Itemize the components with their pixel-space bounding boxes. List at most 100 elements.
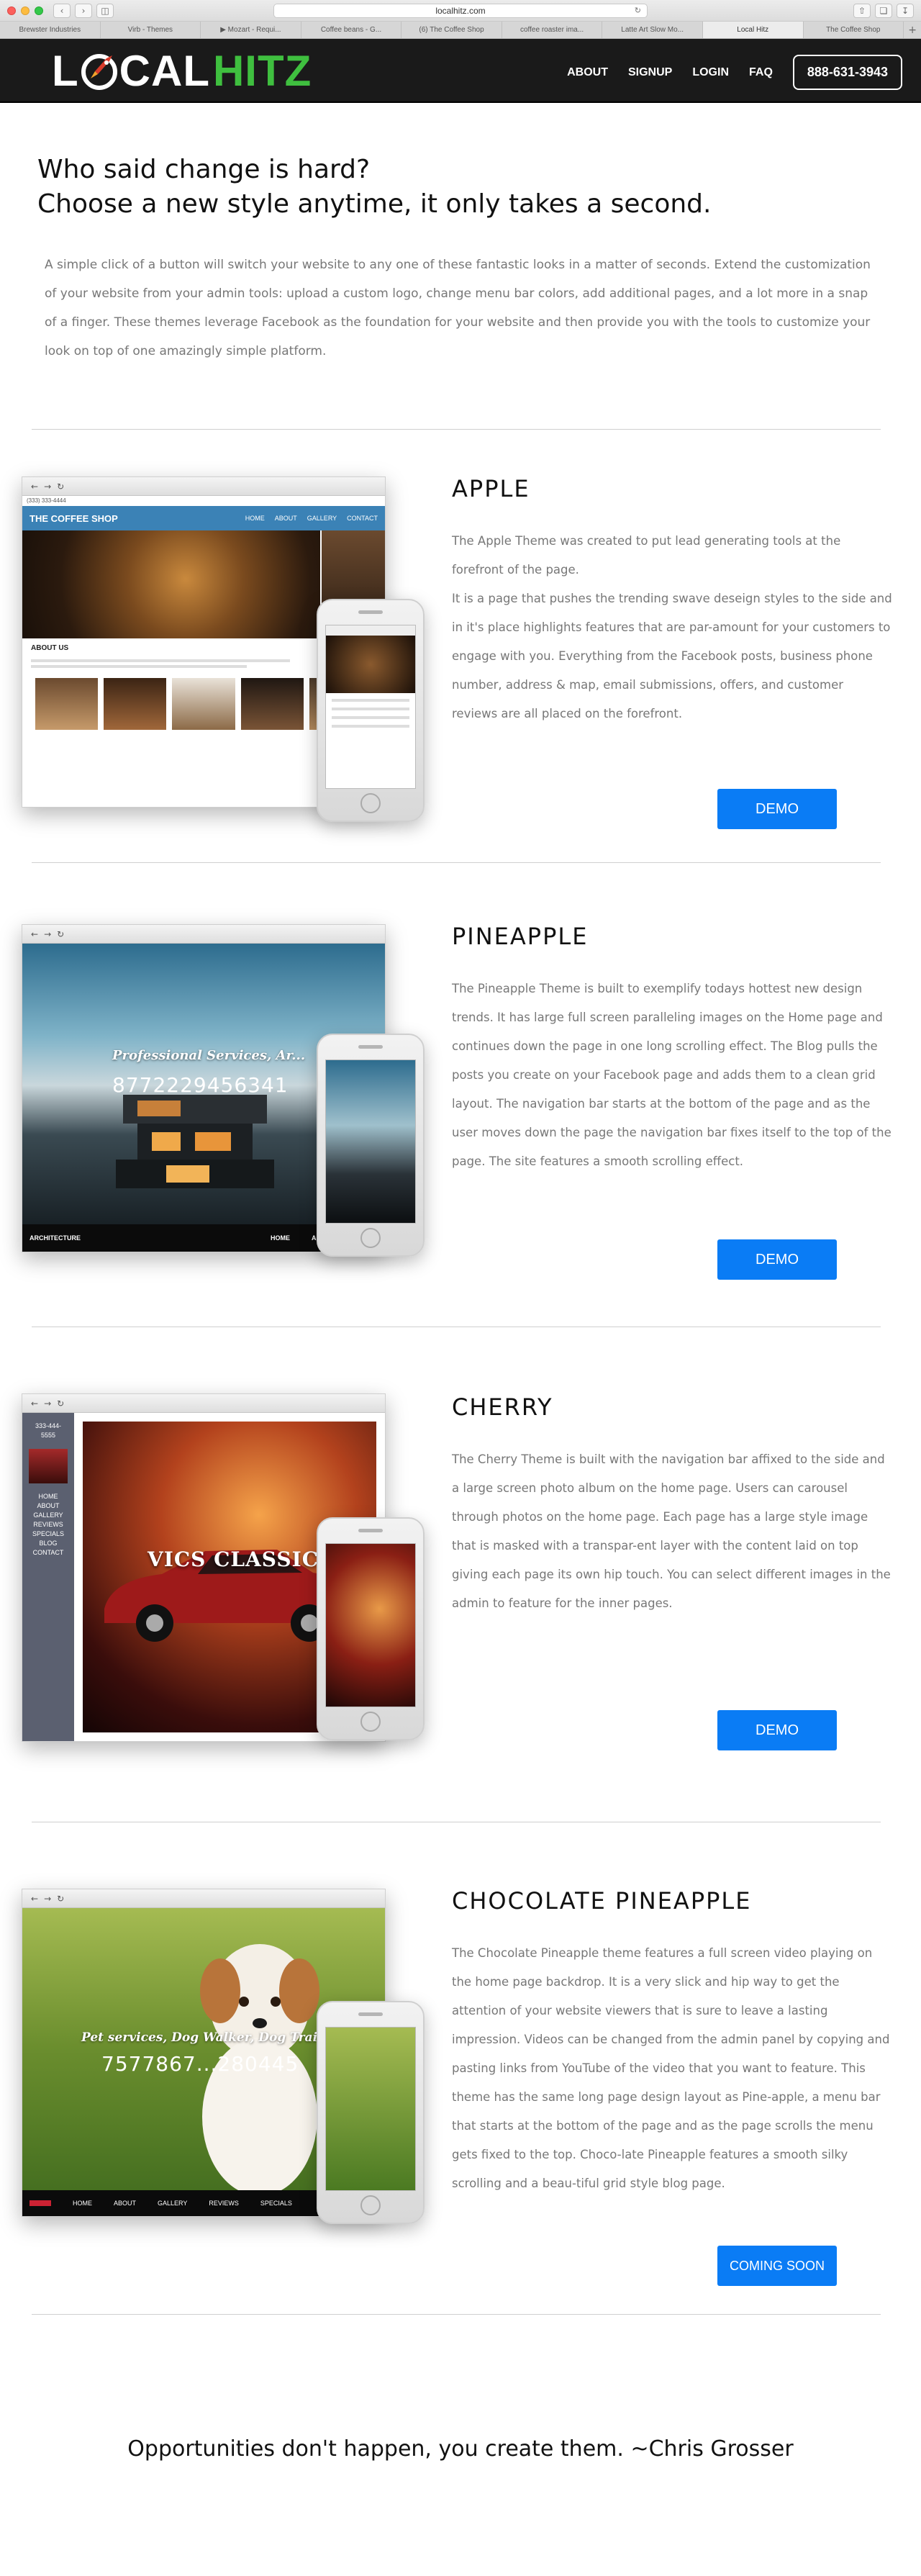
preview-side-link: CONTACT [32,1549,64,1556]
preview-side-phone: 333-444-5555 [35,1422,62,1439]
rocket-logo-icon [81,53,117,90]
thumbnail-image [104,678,167,730]
intro-heading-line1: Who said change is hard? [37,155,371,184]
browser-tab[interactable]: The Coffee Shop [804,22,904,38]
preview-phone-header: (333) 333-4444 [27,497,66,504]
forward-icon[interactable]: › [75,4,92,18]
preview-overlay-number: 7577867...280445 [101,2052,299,2076]
close-window-icon[interactable] [7,6,16,15]
section-divider [32,862,881,863]
thumbnail-image [172,678,235,730]
chocolate-coming-soon-button[interactable]: COMING SOON [717,2246,837,2286]
browser-tab[interactable]: ▶ Mozart - Requi... [201,22,301,38]
minimize-window-icon[interactable] [21,6,30,15]
preview-overlay-text: Pet services, Dog Walker, Dog Trainin... [81,2030,353,2045]
preview-side-link: REVIEWS [33,1521,63,1528]
logo-text-hitz: HITZ [212,47,312,95]
placeholder-line [332,716,409,719]
preview-footer-link: HOME [271,1234,290,1242]
phone-speaker [358,1045,383,1049]
apple-demo-button[interactable]: DEMO [717,789,837,829]
downloads-icon[interactable]: ↧ [897,4,914,18]
preview-footer-link: ABOUT [114,2200,137,2207]
window-controls [7,6,43,15]
new-tab-icon[interactable]: + [904,22,921,38]
sidebar-toggle-icon[interactable]: ◫ [96,4,114,18]
chocolate-phone-preview [317,2001,425,2224]
theme-chocolate-pineapple: ← → ↻ Pet services, Dog Walker, Dog Traini… [0,1874,921,2335]
browser-tab[interactable]: Coffee beans - G... [301,22,402,38]
nav-login[interactable]: LOGIN [692,66,729,79]
nav-faq[interactable]: FAQ [749,66,773,79]
apple-phone-preview [317,599,425,822]
back-icon: ← [31,1893,39,1904]
preview-browser-bar: ← → ↻ [22,925,385,944]
phone-home-button [360,1712,381,1732]
nav-about[interactable]: ABOUT [567,66,608,79]
logo-text-cal: CAL [119,47,210,95]
back-icon: ← [31,928,39,939]
address-bar[interactable]: localhitz.com ↻ [273,4,648,18]
nav-signup[interactable]: SIGNUP [628,66,672,79]
footer-quote: Opportunities don't happen, you create t… [127,2436,794,2462]
theme-description: The Apple Theme was created to put lead … [452,534,892,720]
preview-footer-brand: ARCHITECTURE [30,1234,81,1242]
preview-side-link: GALLERY [33,1511,63,1519]
preview-footer-link: REVIEWS [209,2200,239,2207]
browser-tab[interactable]: coffee roaster ima... [502,22,603,38]
phone-screen [325,2027,416,2191]
preview-side-link: ABOUT [37,1502,60,1509]
reload-icon: ↻ [57,1893,65,1904]
tabs-overview-icon[interactable]: ❏ [875,4,892,18]
theme-cherry: ← → ↻ 333-444-5555 HOME ABOUT GALLERY REVI… [0,1380,921,1784]
thumbnail-image [240,678,304,730]
intro-section: Who said change is hard? Choose a new st… [37,153,886,366]
reload-icon: ↻ [57,481,65,492]
phone-speaker [358,1529,383,1532]
preview-side-link: SPECIALS [32,1530,65,1537]
preview-footer-link: SPECIALS [260,2200,292,2207]
theme-description: The Chocolate Pineapple theme features a… [452,1946,890,2190]
preview-side-link: BLOG [39,1540,58,1547]
intro-heading: Who said change is hard? Choose a new st… [37,153,886,222]
theme-pineapple: ← → ↻ Professional Services, Ar... 8772229… [0,910,921,1313]
phone-screen [325,625,416,789]
section-divider [32,429,881,430]
forward-icon: → [44,928,52,939]
browser-tab[interactable]: (6) The Coffee Shop [401,22,502,38]
theme-title: APPLE [452,475,530,502]
pineapple-demo-button[interactable]: DEMO [717,1239,837,1280]
phone-speaker [358,610,383,614]
localhitz-logo[interactable]: L CAL HITZ [52,46,312,96]
browser-tab[interactable]: Latte Art Slow Mo... [602,22,703,38]
back-icon: ← [31,481,39,492]
browser-toolbar: ‹ › ◫ localhitz.com ↻ ⇧ ❏ ↧ [0,0,921,22]
zoom-window-icon[interactable] [35,6,43,15]
reload-icon: ↻ [57,928,65,939]
phone-home-button [360,2195,381,2215]
intro-heading-line2: Choose a new style anytime, it only take… [37,189,712,219]
share-icon[interactable]: ⇧ [853,4,871,18]
phone-hero-image [326,636,415,693]
phone-number-button[interactable]: 888-631-3943 [792,55,902,90]
url-text: localhitz.com [435,6,486,16]
browser-tab[interactable]: Local Hitz [702,22,804,38]
browser-tab[interactable]: Brewster Industries [0,22,101,38]
cherry-demo-button[interactable]: DEMO [717,1710,837,1750]
browser-tab[interactable]: Virb - Themes [101,22,201,38]
reload-icon[interactable]: ↻ [635,6,641,15]
forward-icon: → [44,481,52,492]
cherry-phone-preview [317,1517,425,1740]
placeholder-line [31,659,290,662]
preview-overlay-number: 8772229456341 [112,1073,289,1097]
side-thumbnail-image [29,1449,68,1483]
preview-nav-link: GALLERY [307,515,337,522]
tab-bar: Brewster Industries Virb - Themes ▶ Mozart… [0,22,921,39]
phone-home-button [360,793,381,813]
phone-screen [325,1059,416,1224]
back-icon[interactable]: ‹ [53,4,71,18]
back-icon: ← [31,1398,39,1409]
site-header: L CAL HITZ ABOUT SIGNUP LOGIN FAQ 888-63… [0,39,921,103]
preview-browser-bar: ← → ↻ [22,477,385,496]
pineapple-phone-preview [317,1034,425,1257]
